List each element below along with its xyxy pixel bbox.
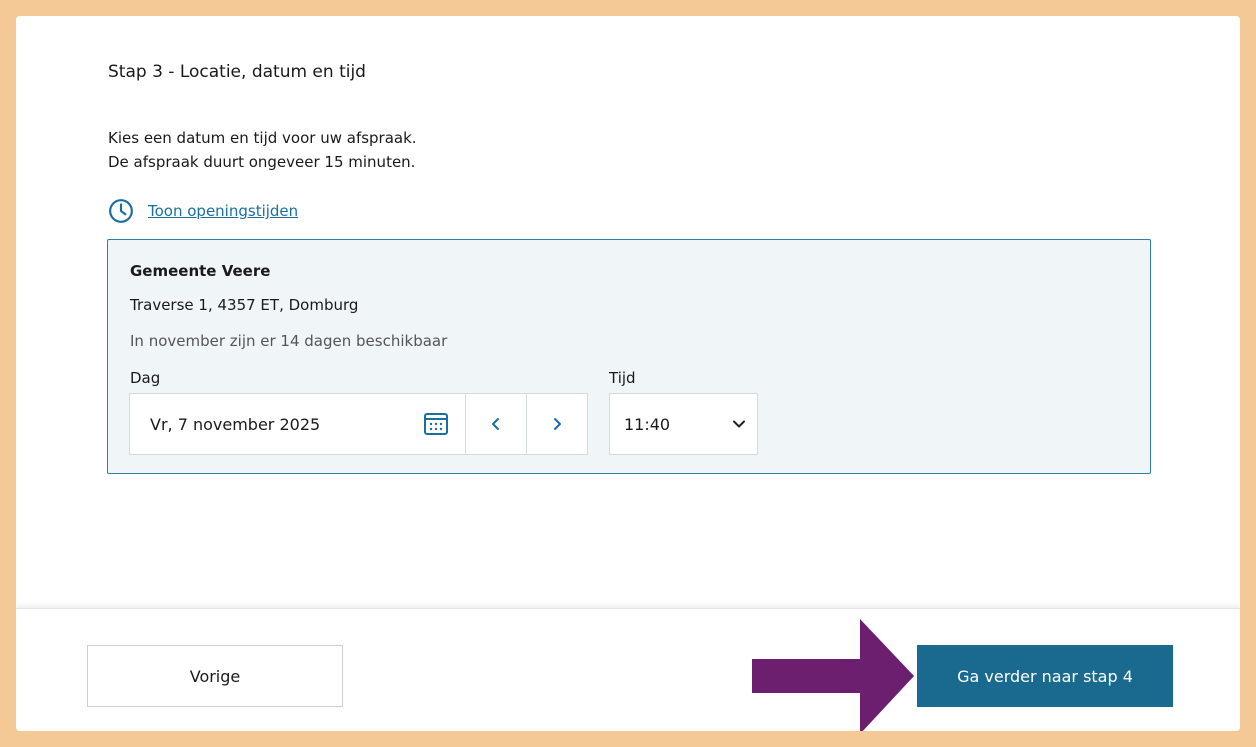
availability-text: In november zijn er 14 dagen beschikbaar <box>130 332 448 350</box>
intro-line-2: De afspraak duurt ongeveer 15 minuten. <box>108 153 416 171</box>
location-card: Gemeente Veere Traverse 1, 4357 ET, Domb… <box>107 239 1151 474</box>
intro-line-1: Kies een datum en tijd voor uw afspraak. <box>108 129 417 147</box>
page-frame: Stap 3 - Locatie, datum en tijd Kies een… <box>16 16 1240 731</box>
chevron-down-icon <box>733 420 745 428</box>
location-address: Traverse 1, 4357 ET, Domburg <box>130 296 359 314</box>
chevron-left-icon <box>492 418 499 430</box>
previous-day-button[interactable] <box>465 393 527 455</box>
opening-hours-link[interactable]: Toon openingstijden <box>108 196 298 226</box>
next-step-button[interactable]: Ga verder naar stap 4 <box>917 645 1173 707</box>
time-select[interactable]: 11:40 <box>609 393 758 455</box>
next-day-button[interactable] <box>526 393 588 455</box>
main-content: Stap 3 - Locatie, datum en tijd Kies een… <box>16 16 1240 608</box>
intro-text: Kies een datum en tijd voor uw afspraak.… <box>108 126 417 174</box>
arrow-annotation-icon <box>752 619 914 731</box>
date-picker-field[interactable]: Vr, 7 november 2025 <box>129 393 466 455</box>
previous-step-button[interactable]: Vorige <box>87 645 343 707</box>
chevron-right-icon <box>554 418 561 430</box>
time-label: Tijd <box>609 369 636 387</box>
step-title: Stap 3 - Locatie, datum en tijd <box>108 62 366 82</box>
clock-icon <box>109 199 133 223</box>
calendar-icon[interactable] <box>423 412 449 436</box>
day-label: Dag <box>130 369 161 387</box>
time-value: 11:40 <box>624 414 671 434</box>
footer-bar: Vorige Ga verder naar stap 4 <box>16 608 1240 731</box>
location-name: Gemeente Veere <box>130 262 271 280</box>
date-value: Vr, 7 november 2025 <box>150 414 321 434</box>
opening-hours-label[interactable]: Toon openingstijden <box>148 202 298 220</box>
